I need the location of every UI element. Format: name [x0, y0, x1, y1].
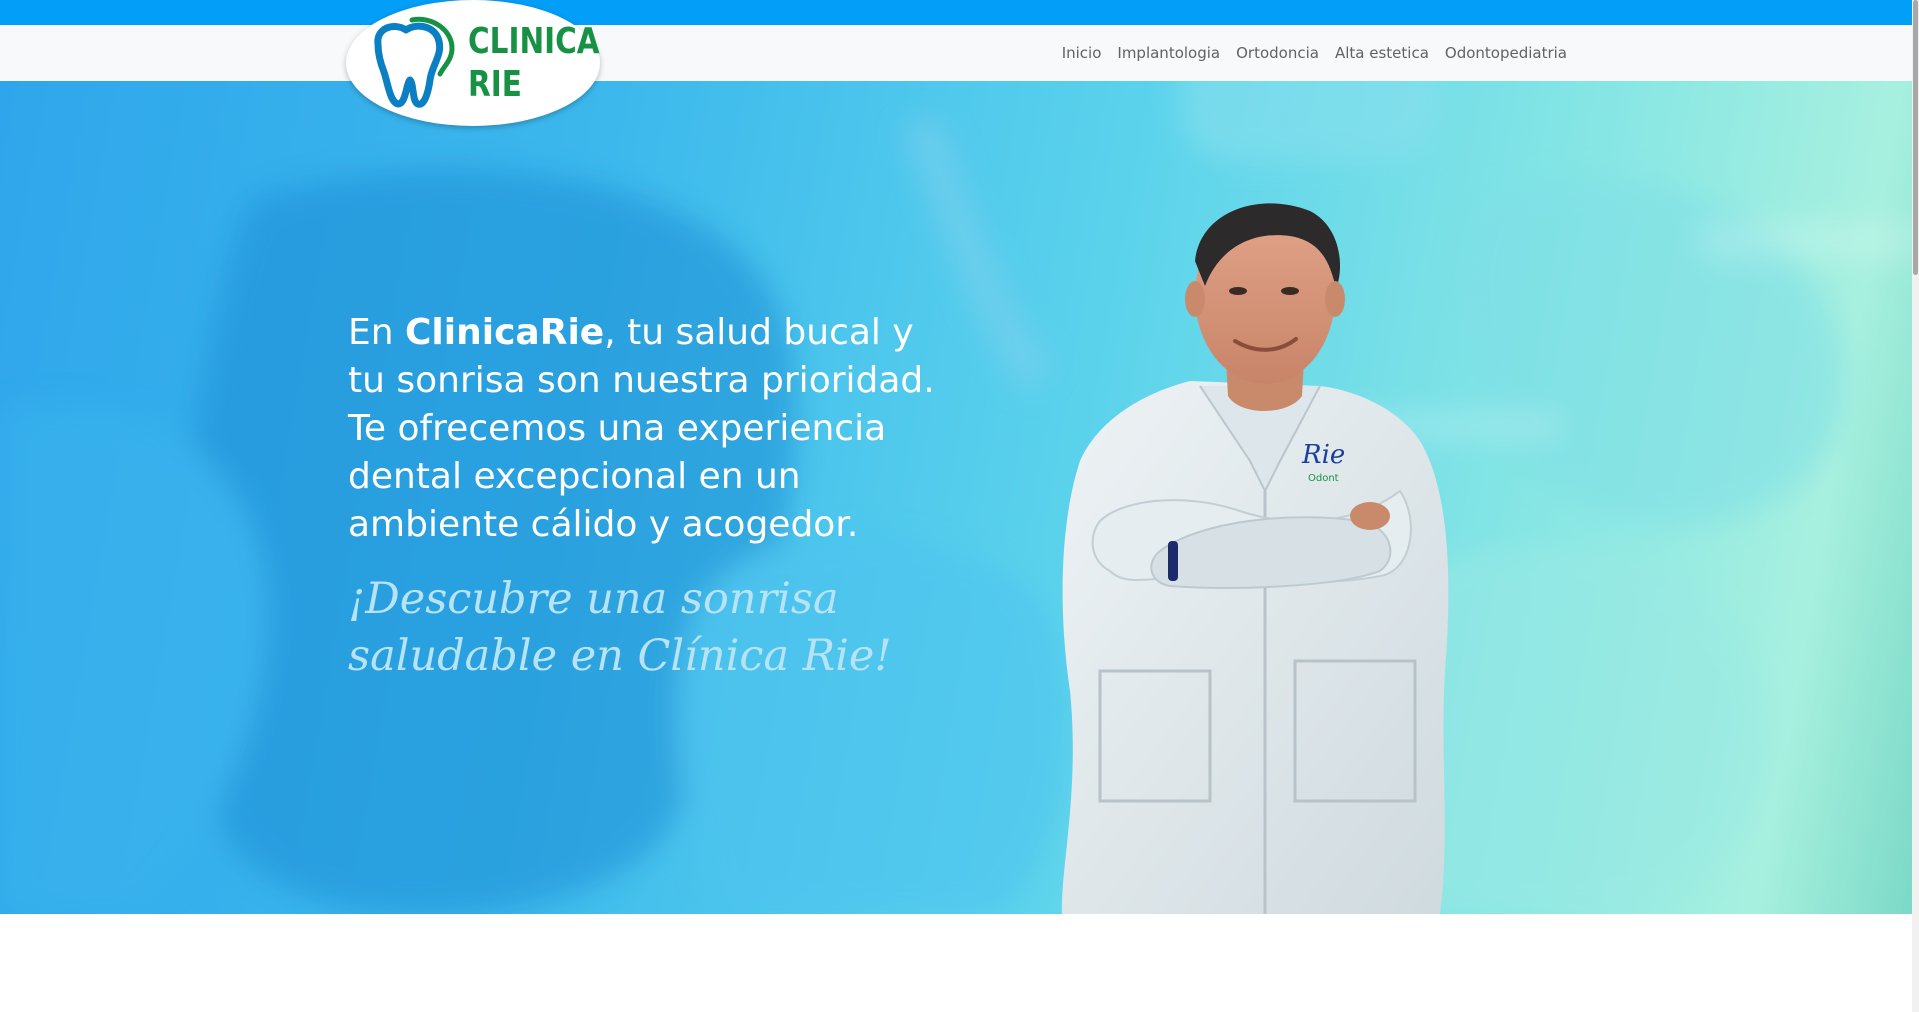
tooth-icon	[374, 16, 455, 108]
nav-link-ortodoncia[interactable]: Ortodoncia	[1236, 44, 1319, 62]
top-accent-bar	[0, 0, 1919, 25]
logo-line-rie: RIE	[468, 64, 522, 105]
clinic-logo[interactable]: CLINICA RIE	[346, 0, 600, 126]
navbar: Inicio Implantologia Ortodoncia Alta est…	[0, 25, 1919, 81]
hero-banner: En ClinicaRie, tu salud bucal y tu sonri…	[0, 81, 1919, 914]
headline-brand: ClinicaRie	[405, 312, 605, 353]
nav-link-odontopediatria[interactable]: Odontopediatria	[1445, 44, 1567, 62]
coat-logo-sub: Odont	[1308, 473, 1339, 484]
main-nav: Inicio Implantologia Ortodoncia Alta est…	[1062, 25, 1567, 81]
headline-prefix: En	[348, 312, 406, 353]
page-scrollbar[interactable]	[1912, 0, 1919, 1012]
hero-background-shapes	[0, 81, 1919, 914]
hero-tagline: ¡Descubre una sonrisa saludable en Clíni…	[348, 574, 892, 681]
hero-headline: En ClinicaRie, tu salud bucal y tu sonri…	[348, 309, 948, 549]
logo-wordmark: CLINICA RIE	[468, 20, 600, 106]
nav-link-alta-estetica[interactable]: Alta estetica	[1335, 44, 1429, 62]
nav-link-implantologia[interactable]: Implantologia	[1117, 44, 1220, 62]
scrollbar-thumb[interactable]	[1913, 0, 1918, 275]
coat-logo: Rie	[1301, 440, 1345, 470]
logo-line-clinica: CLINICA	[468, 21, 600, 62]
doctor-photo: Rie Odont	[1061, 203, 1449, 914]
nav-link-inicio[interactable]: Inicio	[1062, 44, 1102, 62]
